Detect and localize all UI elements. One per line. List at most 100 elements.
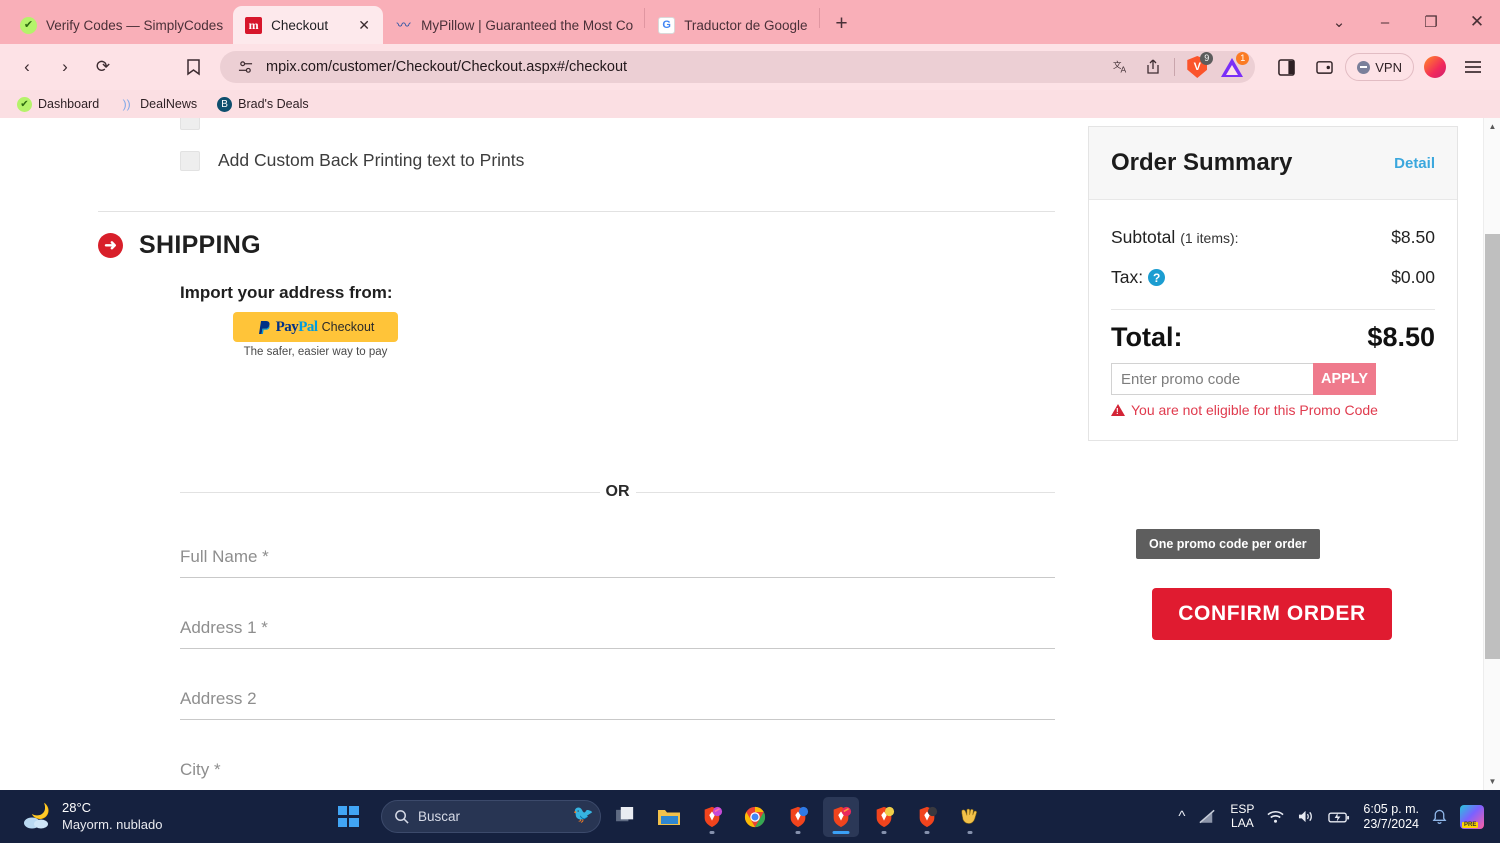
promo-tooltip: One promo code per order — [1136, 529, 1320, 559]
brads-deals-icon: B — [217, 96, 233, 112]
tab-label: Checkout — [271, 17, 329, 33]
wifi-icon[interactable] — [1267, 810, 1284, 824]
confirm-order-button[interactable]: CONFIRM ORDER — [1152, 588, 1392, 640]
new-tab-button[interactable]: + — [827, 9, 857, 39]
subtotal-text: Subtotal — [1111, 227, 1176, 247]
no-network-icon[interactable] — [1198, 809, 1217, 825]
detail-link[interactable]: Detail — [1394, 155, 1435, 172]
tab-verify-codes[interactable]: ✔ Verify Codes — SimplyCodes — [8, 6, 233, 44]
clock[interactable]: 6:05 p. m. 23/7/2024 — [1363, 802, 1419, 832]
site-settings-icon[interactable] — [234, 56, 256, 78]
cursor-app-icon[interactable] — [952, 797, 988, 837]
bell-icon[interactable] — [1432, 809, 1447, 825]
brave-profile-5-icon[interactable] — [909, 797, 945, 837]
full-name-field[interactable]: Full Name * — [180, 518, 1055, 589]
total-value: $8.50 — [1367, 322, 1435, 352]
tab-checkout[interactable]: m Checkout ✕ — [233, 6, 384, 44]
bookmark-icon[interactable] — [176, 50, 210, 84]
weather-widget[interactable]: 🌙 28°C Mayorm. nublado — [0, 800, 330, 833]
page-title: SHIPPING — [139, 231, 261, 259]
scroll-down-icon[interactable]: ▼ — [1484, 773, 1500, 790]
brave-profile-4-icon[interactable] — [866, 797, 902, 837]
tab-search-icon[interactable]: ⌄ — [1316, 0, 1362, 44]
import-address-label: Import your address from: — [180, 283, 393, 302]
vpn-button[interactable]: VPN — [1345, 53, 1414, 81]
shipping-form: Full Name * Address 1 * Address 2 City *… — [180, 518, 1055, 790]
paypal-checkout-button[interactable]: PayPal Checkout — [233, 312, 398, 342]
close-icon[interactable]: ✕ — [355, 16, 373, 34]
help-icon[interactable]: ? — [1148, 269, 1166, 286]
address-bar[interactable]: mpix.com/customer/Checkout/Checkout.aspx… — [220, 51, 1256, 83]
vpn-toggle-icon — [1357, 60, 1371, 74]
url-text: mpix.com/customer/Checkout/Checkout.aspx… — [266, 59, 628, 75]
translate-icon[interactable]: 文A — [1110, 56, 1132, 78]
tax-value: $0.00 — [1391, 267, 1435, 287]
back-icon[interactable]: ‹ — [10, 50, 44, 84]
file-explorer-icon[interactable] — [651, 797, 687, 837]
minimize-button[interactable]: – — [1362, 0, 1408, 44]
promo-code-input[interactable]: Enter promo code — [1111, 363, 1313, 395]
address1-field[interactable]: Address 1 * — [180, 589, 1055, 660]
battery-icon[interactable] — [1328, 810, 1350, 824]
bookmark-label: Dashboard — [38, 97, 100, 111]
toolbar-divider — [1174, 58, 1176, 76]
maximize-button[interactable]: ❐ — [1408, 0, 1454, 44]
back-printing-option[interactable]: Add Custom Back Printing text to Prints — [180, 150, 524, 171]
hamburger-menu-icon[interactable] — [1456, 50, 1490, 84]
tab-divider — [818, 7, 820, 28]
bookmark-dashboard[interactable]: ✔ Dashboard — [10, 94, 106, 115]
order-summary-panel: Order Summary Detail Subtotal (1 items):… — [1088, 126, 1458, 441]
back-printing-label: Add Custom Back Printing text to Prints — [218, 150, 525, 170]
mypillow-icon: 〰 — [396, 17, 411, 33]
city-field[interactable]: City * — [180, 731, 1055, 790]
brave-profile-2-icon[interactable] — [780, 797, 816, 837]
apply-promo-button[interactable]: APPLY — [1313, 363, 1376, 395]
order-summary-body: Subtotal (1 items): $8.50 Tax: ? $0.00 T… — [1089, 200, 1457, 440]
brave-shields-icon[interactable]: V 9 — [1185, 52, 1214, 78]
tray-overflow-icon[interactable]: ^ — [1178, 808, 1185, 825]
subtotal-row: Subtotal (1 items): $8.50 — [1111, 218, 1435, 258]
forward-icon[interactable]: › — [48, 50, 82, 84]
field-label: Address 2 — [180, 689, 257, 708]
tab-traductor[interactable]: G Traductor de Google — [646, 6, 817, 44]
search-input[interactable]: Buscar 🐦 — [381, 800, 601, 833]
start-button[interactable] — [330, 797, 366, 837]
moon-cloud-icon: 🌙 — [22, 802, 52, 832]
vpn-label: VPN — [1375, 59, 1402, 75]
or-label: OR — [605, 483, 630, 500]
simplycodes-icon: ✔ — [20, 16, 37, 34]
scroll-up-icon[interactable]: ▲ — [1484, 118, 1500, 135]
shipping-section-header: ➜ SHIPPING — [98, 231, 261, 260]
warning-icon — [1111, 404, 1125, 416]
promo-error-text: You are not eligible for this Promo Code — [1131, 402, 1378, 418]
vertical-scrollbar[interactable]: ▲ ▼ — [1483, 118, 1500, 790]
checkbox[interactable] — [180, 150, 200, 171]
volume-icon[interactable] — [1297, 809, 1315, 824]
address2-field[interactable]: Address 2 — [180, 660, 1055, 731]
tab-mypillow[interactable]: 〰 MyPillow | Guaranteed the Most Co — [383, 6, 643, 44]
windows-taskbar: 🌙 28°C Mayorm. nublado Buscar 🐦 ^ ESP LA… — [0, 790, 1500, 843]
close-window-button[interactable]: ✕ — [1454, 0, 1500, 44]
sidebar-panel-icon[interactable] — [1269, 50, 1303, 84]
promo-error-message: You are not eligible for this Promo Code — [1111, 402, 1435, 418]
brave-profile-3-icon[interactable] — [823, 796, 859, 837]
total-label: Total: — [1111, 322, 1183, 352]
brave-profile-1-icon[interactable] — [694, 797, 730, 837]
share-icon[interactable] — [1142, 56, 1164, 78]
avatar[interactable] — [1418, 50, 1452, 84]
search-icon — [395, 810, 409, 824]
copilot-icon[interactable] — [1460, 804, 1484, 829]
bookmark-brads-deals[interactable]: B Brad's Deals — [210, 94, 315, 115]
task-view-icon[interactable] — [608, 797, 644, 837]
search-highlight-icon: 🐦 — [572, 805, 594, 824]
reload-icon[interactable]: ⟳ — [86, 50, 120, 84]
brave-rewards-icon[interactable]: 1 — [1219, 52, 1250, 78]
or-divider: OR — [180, 483, 1055, 501]
wallet-icon[interactable] — [1307, 50, 1341, 84]
bookmark-dealnews[interactable]: )) DealNews — [112, 94, 204, 115]
field-underline — [180, 577, 1055, 578]
language-indicator[interactable]: ESP LAA — [1230, 802, 1254, 831]
google-chrome-icon[interactable] — [737, 797, 773, 837]
scrollbar-thumb[interactable] — [1485, 234, 1500, 659]
checkbox[interactable] — [180, 118, 200, 130]
